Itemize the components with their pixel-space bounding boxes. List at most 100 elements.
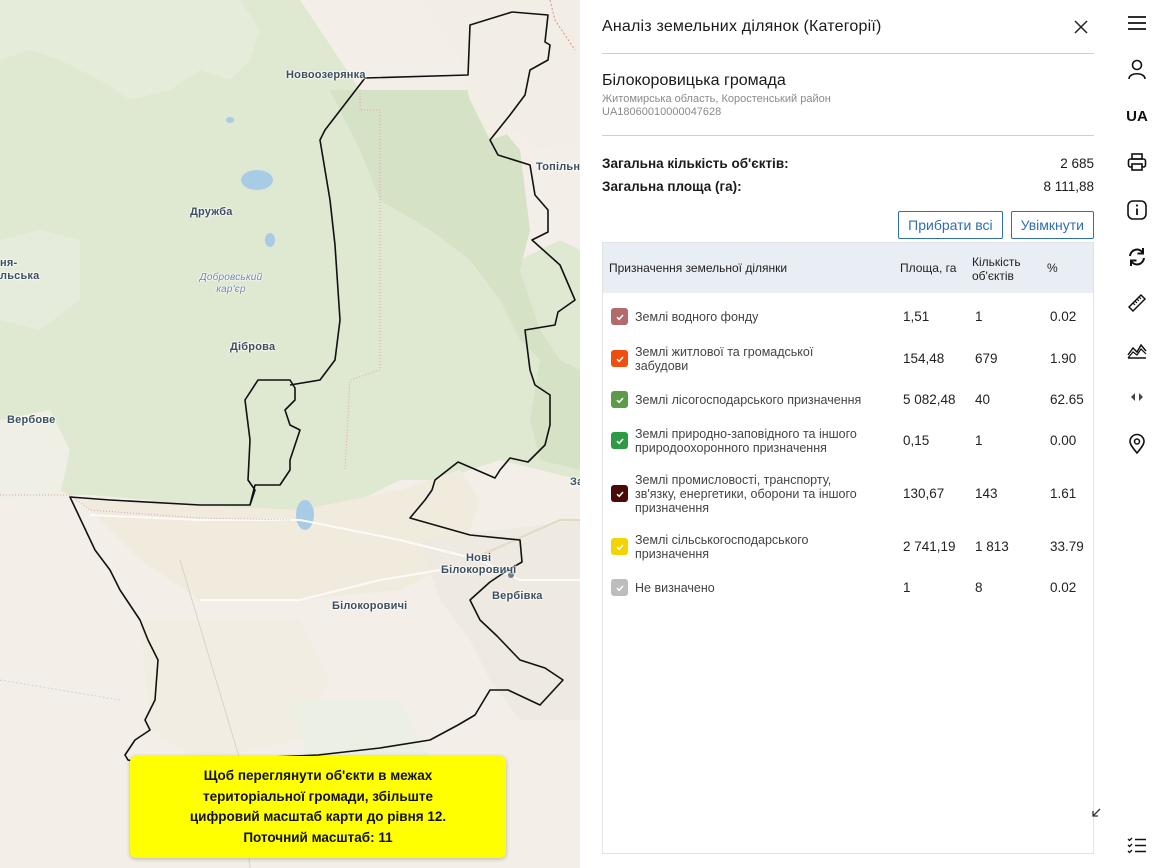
category-checkbox[interactable]: [611, 350, 628, 367]
map-label-left-edge-2: льська: [0, 270, 40, 282]
category-label: Землі природно-заповідного та іншого прир…: [635, 427, 890, 455]
user-icon[interactable]: [1116, 54, 1158, 84]
category-label: Не визначено: [635, 581, 890, 595]
total-area-value: 8 111,88: [1043, 179, 1094, 194]
community-info: Білокоровицька громада Житомирська облас…: [602, 70, 1094, 136]
info-icon[interactable]: [1116, 195, 1158, 225]
zoom-notice: Щоб переглянути об'єкти в межах територі…: [130, 756, 506, 858]
check-icon: [615, 438, 624, 444]
category-label-line: Землі житлової та громадської: [635, 345, 814, 359]
map-label-novoozeryanka: Новоозерянка: [286, 69, 366, 81]
category-checkbox[interactable]: [611, 485, 628, 502]
zoom-notice-line-2: територіальної громади, збільште: [202, 788, 433, 804]
menu-icon[interactable]: [1116, 8, 1158, 38]
category-label-line: призначення: [635, 501, 710, 515]
panel-header: Аналіз земельних ділянок (Категорії): [602, 14, 1094, 54]
count-value: 1: [975, 433, 983, 448]
area-value: 154,48: [903, 351, 945, 366]
check-icon: [615, 491, 624, 497]
category-label-line: призначення: [635, 547, 710, 561]
ruler-icon[interactable]: [1116, 288, 1158, 318]
table-row: Землі природно-заповідного та іншого прир…: [603, 419, 1093, 463]
table-row: Землі лісогосподарського призначення 5 08…: [603, 382, 1093, 418]
check-icon: [615, 585, 624, 591]
category-checkbox[interactable]: [611, 579, 628, 596]
terrain-chart-icon[interactable]: [1116, 335, 1158, 365]
remove-all-button[interactable]: Прибрати всі: [898, 211, 1003, 239]
layer-buttons: Прибрати всі Увімкнути: [898, 211, 1094, 239]
table-row: Землі промисловості, транспорту, зв'язку,…: [603, 464, 1093, 524]
area-value: 1,51: [903, 309, 930, 324]
language-switch[interactable]: UA: [1116, 101, 1158, 131]
category-label: Землі водного фонду: [635, 310, 890, 324]
location-pin-icon[interactable]: [1116, 429, 1158, 459]
count-value: 679: [975, 351, 998, 366]
map-label-novi: Нові: [466, 552, 492, 564]
category-label-line: Землі лісогосподарського призначення: [635, 393, 862, 407]
map-label-topilnia: Топільн: [536, 161, 580, 173]
zoom-notice-line-1: Щоб переглянути об'єкти в межах: [203, 768, 433, 783]
category-label-line: зв'язку, енергетики, оборони та іншого: [635, 487, 857, 501]
map-label-verbove: Вербове: [7, 414, 56, 426]
enable-button[interactable]: Увімкнути: [1010, 211, 1094, 239]
map-label-dobrovskyi-quarry: Добровський кар'єр: [199, 272, 263, 295]
percent-value: 1.90: [1050, 351, 1077, 366]
check-icon: [615, 314, 624, 320]
collapse-arrows-icon[interactable]: [1116, 382, 1158, 412]
map-canvas[interactable]: [0, 0, 580, 868]
map-label-right-edge: За: [570, 476, 580, 488]
header-area: Площа, га: [900, 261, 957, 275]
community-code: UA18060010000047628: [602, 106, 722, 118]
category-checkbox[interactable]: [611, 432, 628, 449]
check-icon: [615, 397, 624, 403]
category-label: Землі житлової та громадської забудови: [635, 345, 890, 373]
category-checkbox[interactable]: [611, 538, 628, 555]
refresh-icon[interactable]: [1116, 242, 1158, 272]
total-count-row: Загальна кількість об'єктів: 2 685: [602, 152, 1094, 175]
checklist-icon[interactable]: [1116, 830, 1158, 860]
category-label: Землі сільськогосподарського призначення: [635, 533, 890, 561]
category-checkbox[interactable]: [611, 391, 628, 408]
close-icon[interactable]: [1072, 18, 1090, 36]
category-label: Землі лісогосподарського призначення: [635, 393, 890, 407]
map-label-novi-bilokorovychi: Білокоровичі: [441, 564, 517, 576]
count-value: 143: [975, 486, 998, 501]
total-area-row: Загальна площа (га): 8 111,88: [602, 175, 1094, 198]
table-row: Не визначено 1 8 0.02: [603, 570, 1093, 606]
percent-value: 33.79: [1050, 539, 1084, 554]
percent-value: 1.61: [1050, 486, 1077, 501]
check-icon: [615, 356, 624, 362]
print-icon[interactable]: [1116, 147, 1158, 177]
category-checkbox[interactable]: [611, 308, 628, 325]
category-label-line: Землі промисловості, транспорту,: [635, 473, 832, 487]
count-value: 1 813: [975, 539, 1009, 554]
header-count-1: Кількість: [972, 255, 1021, 269]
count-value: 40: [975, 392, 991, 407]
count-value: 1: [975, 309, 983, 324]
area-value: 0,15: [903, 433, 930, 448]
category-label-line: Землі сільськогосподарського: [635, 533, 809, 547]
header-count-2: об'єктів: [972, 269, 1014, 283]
expand-icon[interactable]: [1089, 805, 1105, 821]
total-count-label: Загальна кількість об'єктів:: [602, 156, 789, 171]
check-icon: [615, 544, 624, 550]
table-row: Землі житлової та громадської забудови 154…: [603, 337, 1093, 381]
community-region: Житомирська область, Коростенський район: [602, 93, 831, 105]
area-value: 5 082,48: [903, 392, 956, 407]
count-value: 8: [975, 580, 983, 595]
map-label-verbivka: Вербівка: [492, 590, 543, 602]
right-toolbar: UA: [1116, 0, 1158, 868]
table-header: Призначення земельної ділянки Площа, га …: [603, 243, 1093, 293]
category-label-line: Землі водного фонду: [635, 310, 759, 324]
categories-table: Призначення земельної ділянки Площа, га …: [602, 242, 1094, 854]
category-label: Землі промисловості, транспорту, зв'язку,…: [635, 473, 890, 515]
map-label-left-edge-1: ня-: [0, 257, 18, 269]
totals: Загальна кількість об'єктів: 2 685 Загал…: [602, 152, 1094, 198]
map-view[interactable]: Новоозерянка Топільн Дружба Добровський …: [0, 0, 580, 868]
zoom-notice-line-3: цифровий масштаб карти до рівня 12.: [189, 809, 447, 824]
map-label-druzhba: Дружба: [190, 206, 233, 218]
map-label-bilokorovychi: Білокоровичі: [332, 600, 408, 612]
panel-title: Аналіз земельних ділянок (Категорії): [602, 18, 882, 35]
area-value: 1: [903, 580, 911, 595]
total-count-value: 2 685: [1060, 156, 1094, 171]
